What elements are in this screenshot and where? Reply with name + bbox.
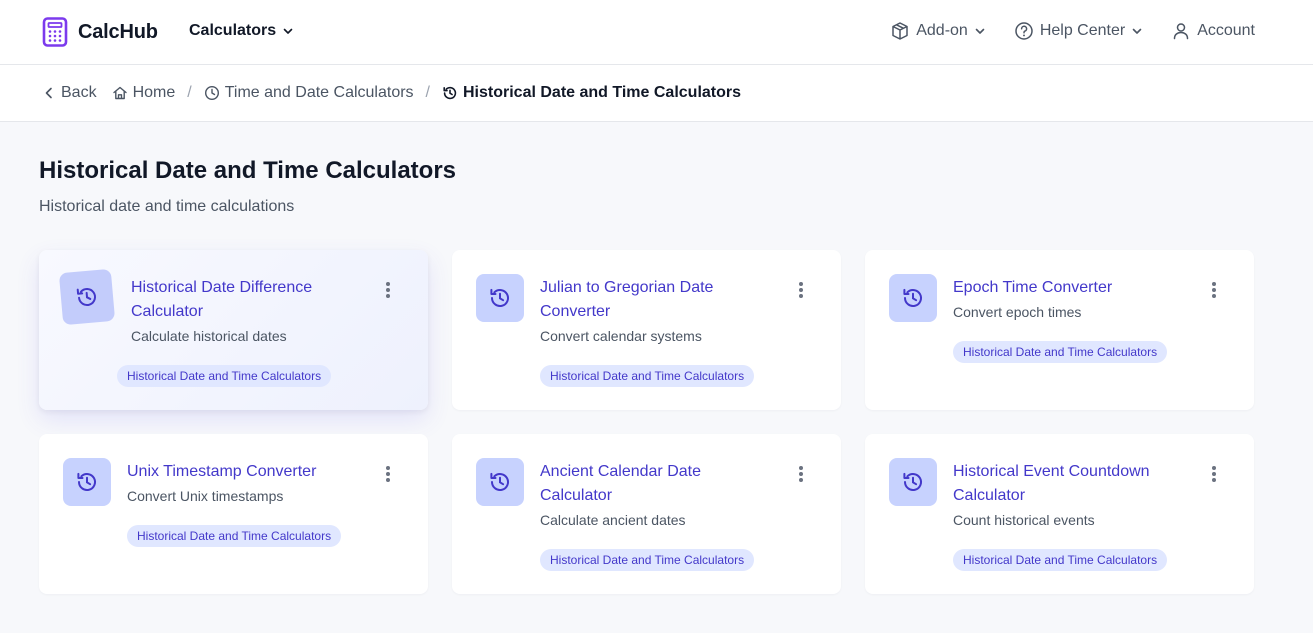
more-options-icon[interactable] bbox=[793, 280, 809, 300]
more-options-icon[interactable] bbox=[1206, 464, 1222, 484]
addon-menu[interactable]: Add-on bbox=[890, 21, 986, 41]
category-tag[interactable]: Historical Date and Time Calculators bbox=[117, 365, 332, 387]
card-title[interactable]: Historical Date Difference Calculator bbox=[131, 276, 361, 324]
app-logo[interactable]: CalcHub bbox=[42, 17, 158, 47]
chevron-down-icon bbox=[283, 28, 293, 34]
more-options-icon[interactable] bbox=[380, 464, 396, 484]
breadcrumb: Back Home / Time and Date Calculators / … bbox=[42, 84, 741, 102]
account-label: Account bbox=[1197, 22, 1255, 39]
history-icon bbox=[490, 288, 509, 307]
card-icon-tile bbox=[889, 274, 937, 322]
category-tag[interactable]: Historical Date and Time Calculators bbox=[127, 525, 342, 547]
addon-menu-label: Add-on bbox=[916, 22, 968, 39]
category-tag[interactable]: Historical Date and Time Calculators bbox=[540, 549, 755, 571]
card-icon-tile bbox=[58, 268, 116, 326]
card-icon-tile bbox=[889, 458, 937, 506]
help-circle-icon bbox=[1015, 22, 1033, 40]
calculator-card[interactable]: Historical Date Difference Calculator Ca… bbox=[39, 250, 428, 410]
category-tag[interactable]: Historical Date and Time Calculators bbox=[540, 365, 755, 387]
breadcrumb-current: Historical Date and Time Calculators bbox=[442, 84, 741, 102]
page-subtitle: Historical date and time calculations bbox=[39, 198, 295, 215]
breadcrumb-time-and-date-label: Time and Date Calculators bbox=[224, 84, 414, 101]
clock-icon bbox=[204, 85, 219, 101]
history-icon bbox=[903, 472, 922, 491]
card-description: Calculate historical dates bbox=[131, 328, 287, 344]
calculator-card[interactable]: Ancient Calendar Date Calculator Calcula… bbox=[452, 434, 841, 594]
card-icon-tile bbox=[476, 458, 524, 506]
top-navigation: CalcHub Calculators Add-on Help Center A… bbox=[0, 0, 1313, 65]
breadcrumb-bar: Back Home / Time and Date Calculators / … bbox=[0, 65, 1313, 122]
chevron-down-icon bbox=[1132, 28, 1142, 34]
account-navigation: Add-on Help Center Account bbox=[890, 21, 1255, 41]
breadcrumb-separator: / bbox=[425, 84, 430, 101]
breadcrumb-current-label: Historical Date and Time Calculators bbox=[463, 84, 742, 101]
card-title[interactable]: Ancient Calendar Date Calculator bbox=[540, 460, 770, 508]
page-title: Historical Date and Time Calculators bbox=[39, 157, 457, 184]
breadcrumb-separator: / bbox=[187, 84, 192, 101]
back-label: Back bbox=[61, 84, 97, 101]
card-title[interactable]: Unix Timestamp Converter bbox=[127, 460, 357, 484]
calculator-card[interactable]: Historical Event Countdown Calculator Co… bbox=[865, 434, 1254, 594]
history-icon bbox=[76, 288, 96, 307]
history-icon bbox=[903, 288, 922, 307]
card-title[interactable]: Julian to Gregorian Date Converter bbox=[540, 276, 770, 324]
app-name: CalcHub bbox=[78, 20, 158, 43]
history-icon bbox=[443, 86, 457, 100]
card-title[interactable]: Historical Event Countdown Calculator bbox=[953, 460, 1183, 508]
calculator-icon bbox=[42, 17, 68, 47]
card-description: Convert calendar systems bbox=[540, 328, 702, 344]
card-description: Convert Unix timestamps bbox=[127, 488, 284, 504]
calculators-menu[interactable]: Calculators bbox=[189, 22, 294, 40]
breadcrumb-home-label: Home bbox=[132, 84, 176, 101]
category-tag[interactable]: Historical Date and Time Calculators bbox=[953, 341, 1168, 363]
more-options-icon[interactable] bbox=[1206, 280, 1222, 300]
chevron-down-icon bbox=[975, 28, 985, 34]
card-description: Convert epoch times bbox=[953, 304, 1082, 320]
help-center-menu[interactable]: Help Center bbox=[1014, 21, 1143, 41]
breadcrumb-time-and-date[interactable]: Time and Date Calculators bbox=[204, 84, 414, 102]
account-menu[interactable]: Account bbox=[1171, 21, 1255, 41]
calculators-menu-label: Calculators bbox=[189, 22, 277, 39]
user-icon bbox=[1173, 23, 1189, 40]
card-icon-tile bbox=[476, 274, 524, 322]
history-icon bbox=[77, 472, 96, 491]
more-options-icon[interactable] bbox=[380, 280, 396, 300]
breadcrumb-home[interactable]: Home bbox=[112, 84, 176, 102]
help-center-label: Help Center bbox=[1039, 22, 1126, 39]
more-options-icon[interactable] bbox=[793, 464, 809, 484]
chevron-left-icon bbox=[45, 87, 52, 99]
card-icon-tile bbox=[63, 458, 111, 506]
home-icon bbox=[112, 86, 127, 100]
back-link[interactable]: Back bbox=[42, 84, 97, 102]
card-description: Count historical events bbox=[953, 512, 1095, 528]
calculator-card[interactable]: Epoch Time Converter Convert epoch times… bbox=[865, 250, 1254, 410]
card-title[interactable]: Epoch Time Converter bbox=[953, 276, 1183, 300]
calculator-card[interactable]: Julian to Gregorian Date Converter Conve… bbox=[452, 250, 841, 410]
history-icon bbox=[490, 472, 509, 491]
calculator-card[interactable]: Unix Timestamp Converter Convert Unix ti… bbox=[39, 434, 428, 594]
category-tag[interactable]: Historical Date and Time Calculators bbox=[953, 549, 1168, 571]
package-icon bbox=[892, 22, 908, 40]
card-description: Calculate ancient dates bbox=[540, 512, 686, 528]
